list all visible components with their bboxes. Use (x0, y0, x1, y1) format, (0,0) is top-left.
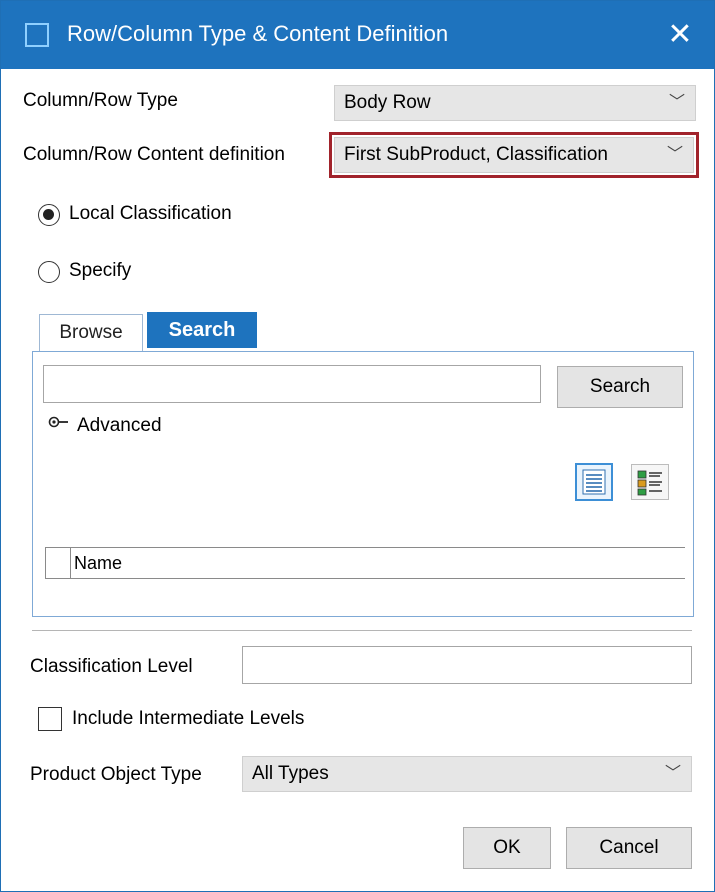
tab-search[interactable]: Search (147, 312, 257, 348)
search-button[interactable]: Search (557, 366, 683, 408)
content-definition-value: First SubProduct, Classification (344, 144, 608, 165)
specify-label: Specify (69, 260, 132, 281)
column-row-type-select[interactable]: Body Row ﹀ (334, 85, 696, 121)
column-row-type-label: Column/Row Type (23, 90, 178, 111)
window-icon (25, 23, 49, 47)
section-divider (32, 630, 692, 631)
key-toggle-icon[interactable] (48, 415, 72, 429)
list-view-icon[interactable] (575, 463, 613, 501)
product-object-type-label: Product Object Type (30, 764, 202, 785)
chevron-down-icon: ﹀ (666, 146, 683, 163)
product-object-type-value: All Types (252, 763, 329, 784)
local-classification-label: Local Classification (69, 203, 232, 224)
include-intermediate-checkbox[interactable] (38, 707, 62, 731)
content-definition-select[interactable]: First SubProduct, Classification ﹀ (329, 132, 699, 178)
classification-level-label: Classification Level (30, 656, 193, 677)
advanced-link[interactable]: Advanced (77, 415, 162, 437)
specify-radio[interactable] (38, 261, 60, 283)
window-title: Row/Column Type & Content Definition (67, 21, 449, 46)
results-grid-header: Name (45, 547, 685, 579)
local-classification-radio[interactable] (38, 204, 60, 226)
ok-button[interactable]: OK (463, 827, 551, 869)
content-definition-label: Column/Row Content definition (23, 144, 285, 165)
title-bar: Row/Column Type & Content Definition ✕ (1, 1, 714, 69)
chevron-down-icon: ﹀ (664, 765, 681, 782)
search-input[interactable] (43, 365, 541, 403)
column-row-type-value: Body Row (344, 92, 431, 113)
include-intermediate-label: Include Intermediate Levels (72, 708, 305, 729)
grid-column-name[interactable]: Name (74, 553, 122, 574)
close-icon[interactable]: ✕ (662, 15, 698, 55)
product-object-type-select[interactable]: All Types ﹀ (242, 756, 692, 792)
detail-view-icon[interactable] (631, 464, 669, 500)
dialog-window: Row/Column Type & Content Definition ✕ C… (0, 0, 715, 892)
chevron-down-icon: ﹀ (668, 94, 685, 111)
tab-browse[interactable]: Browse (39, 314, 143, 352)
grid-select-column[interactable] (45, 548, 71, 578)
classification-level-input[interactable] (242, 646, 692, 684)
cancel-button[interactable]: Cancel (566, 827, 692, 869)
